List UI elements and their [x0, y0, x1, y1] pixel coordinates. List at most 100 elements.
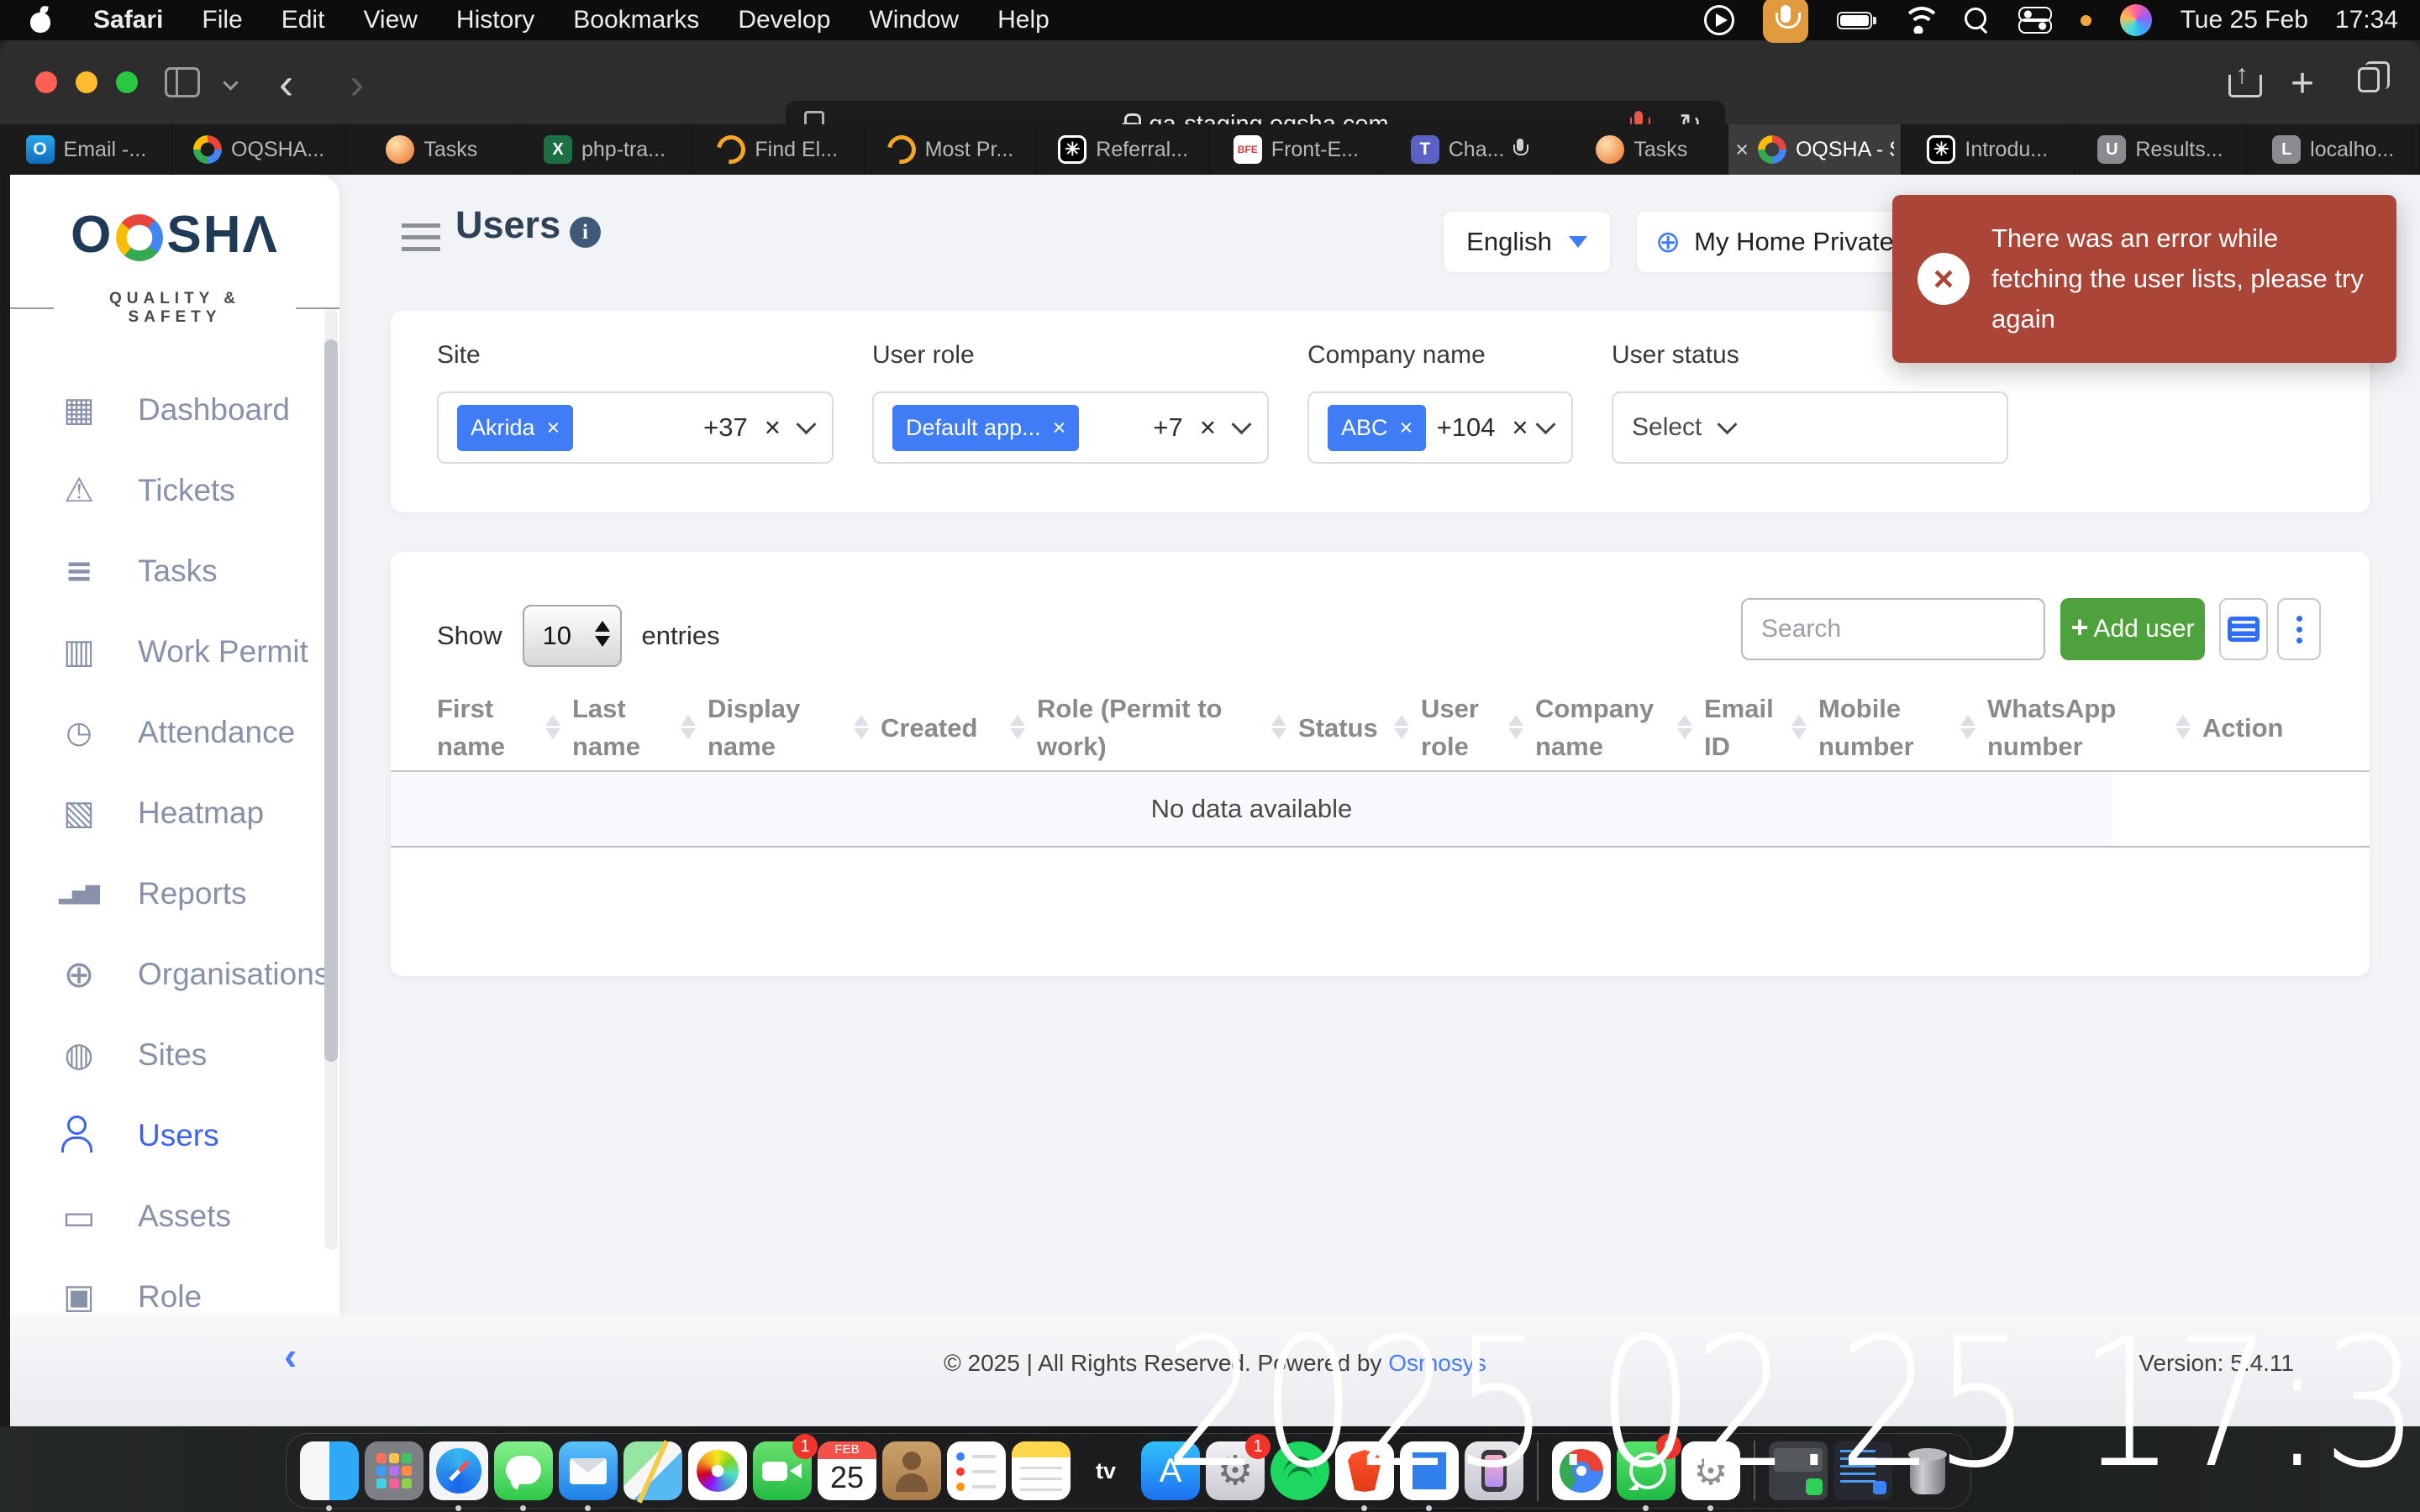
organisation-pill[interactable]: My Home Private L — [1637, 212, 1931, 272]
sidebar-item[interactable]: Tasks — [10, 531, 339, 612]
table-column-header[interactable]: WhatsApp number — [1987, 690, 2189, 766]
menubar-item[interactable]: View — [344, 6, 436, 34]
table-column-header[interactable]: Display name — [708, 690, 867, 766]
sort-arrows-icon[interactable] — [1508, 715, 1523, 739]
dock-app-icon[interactable] — [494, 1441, 553, 1500]
sidebar-item[interactable]: Dashboard — [10, 370, 339, 450]
minimize-window-button[interactable] — [76, 71, 97, 93]
apple-icon[interactable] — [30, 8, 52, 33]
menubar-item[interactable]: Help — [978, 6, 1069, 34]
stepper-arrows-icon[interactable] — [595, 621, 610, 647]
browser-tab[interactable]: Find El... — [692, 124, 865, 175]
chevron-down-icon[interactable] — [796, 414, 816, 434]
table-column-header[interactable]: Mobile number — [1818, 690, 1974, 766]
menubar-item[interactable]: Safari — [74, 6, 182, 34]
status-icon[interactable] — [2081, 15, 2091, 26]
new-tab-button[interactable]: + — [2291, 60, 2314, 107]
browser-tab[interactable]: Front-E... — [1210, 124, 1383, 175]
menu-toggle-icon[interactable] — [402, 223, 440, 251]
tab-overview-icon[interactable] — [2358, 67, 2380, 92]
menubar-item[interactable]: Edit — [262, 6, 345, 34]
filter-clear-icon[interactable]: × — [1512, 412, 1528, 444]
browser-tab[interactable]: Results... — [2075, 124, 2248, 175]
error-toast[interactable]: × There was an error while fetching the … — [1892, 195, 2396, 363]
dock-app-icon[interactable] — [300, 1441, 359, 1500]
close-window-button[interactable] — [35, 71, 57, 93]
dock-app-icon[interactable] — [688, 1441, 747, 1500]
filter-chip[interactable]: Default app... — [892, 405, 1079, 451]
table-column-header[interactable]: Email ID — [1704, 690, 1805, 766]
status-icon[interactable] — [2120, 4, 2152, 36]
sort-arrows-icon[interactable] — [854, 715, 869, 739]
filter-multiselect[interactable]: Akrida +37 × — [437, 391, 834, 464]
menubar-item[interactable]: Develop — [718, 6, 850, 34]
sidebar-toggle-icon[interactable] — [165, 67, 200, 97]
filter-multiselect[interactable]: Default app... +7 × — [872, 391, 1269, 464]
filter-multiselect[interactable]: ABC +104 × — [1307, 391, 1573, 464]
dock-app-icon[interactable] — [559, 1441, 618, 1500]
sidebar-item[interactable]: Organisations — [10, 934, 339, 1015]
menubar-item[interactable]: Bookmarks — [554, 6, 718, 34]
dock-app-icon[interactable] — [882, 1441, 941, 1500]
table-column-header[interactable]: Last name — [572, 690, 694, 766]
status-icon[interactable] — [1763, 0, 1808, 43]
sidebar-chevron-icon[interactable] — [223, 75, 238, 90]
browser-tab[interactable]: Tasks — [1555, 124, 1728, 175]
sort-arrows-icon[interactable] — [1791, 715, 1807, 739]
browser-tab[interactable]: Tasks — [345, 124, 518, 175]
browser-tab[interactable]: Referral... — [1037, 124, 1210, 175]
filter-more-count[interactable]: +37 — [703, 412, 748, 443]
status-icon[interactable] — [1704, 5, 1734, 35]
sidebar-item[interactable]: Assets — [10, 1176, 339, 1257]
sidebar-item[interactable]: Tickets — [10, 450, 339, 531]
browser-tab[interactable]: Email -... — [0, 124, 173, 175]
sort-arrows-icon[interactable] — [1010, 715, 1025, 739]
menubar-item[interactable]: Window — [850, 6, 978, 34]
filter-chip[interactable]: Akrida — [457, 405, 573, 451]
filter-multiselect[interactable]: Select — [1612, 391, 2008, 464]
sort-arrows-icon[interactable] — [1271, 715, 1286, 739]
sidebar-scrollbar-thumb[interactable] — [324, 339, 338, 1062]
sort-arrows-icon[interactable] — [681, 715, 696, 739]
close-tab-icon[interactable]: × — [1735, 137, 1749, 163]
sort-arrows-icon[interactable] — [1677, 715, 1692, 739]
table-column-header[interactable]: Action — [2202, 710, 2307, 748]
sort-arrows-icon[interactable] — [2175, 715, 2191, 739]
sidebar-item[interactable]: Work Permit — [10, 612, 339, 692]
browser-tab[interactable]: localho... — [2247, 124, 2420, 175]
page-size-select[interactable]: 10 — [523, 605, 622, 667]
info-icon[interactable]: i — [570, 217, 601, 248]
menubar-clock[interactable]: Tue 25 Feb 17:34 — [2181, 6, 2398, 34]
filter-clear-icon[interactable]: × — [1200, 412, 1216, 444]
sort-arrows-icon[interactable] — [1394, 715, 1409, 739]
sidebar-item[interactable]: Users — [10, 1095, 339, 1176]
dock-app-icon[interactable] — [365, 1441, 424, 1500]
filter-clear-icon[interactable]: × — [765, 412, 781, 444]
search-input[interactable] — [1741, 598, 2045, 660]
browser-tab[interactable]: Most Pr... — [865, 124, 1038, 175]
status-icon[interactable] — [1837, 12, 1872, 29]
table-column-header[interactable]: Role (Permit to work) — [1037, 690, 1285, 766]
sort-arrows-icon[interactable] — [545, 715, 560, 739]
table-more-button[interactable] — [2277, 598, 2321, 660]
sort-arrows-icon[interactable] — [1960, 715, 1975, 739]
dock-app-icon[interactable]: FEB 25 — [818, 1441, 876, 1500]
dock-app-icon[interactable] — [1012, 1441, 1071, 1500]
table-column-header[interactable]: First name — [437, 690, 559, 766]
status-icon[interactable] — [1965, 8, 1990, 33]
sidebar-item[interactable]: Sites — [10, 1015, 339, 1095]
filter-more-count[interactable]: +104 — [1437, 412, 1496, 443]
dock-app-icon[interactable] — [429, 1441, 488, 1500]
dock-app-icon[interactable] — [1076, 1441, 1135, 1500]
back-button[interactable]: ‹ — [279, 59, 293, 109]
status-icon[interactable] — [2018, 5, 2052, 35]
share-icon[interactable] — [2228, 64, 2257, 97]
table-column-header[interactable]: Created — [881, 710, 1023, 748]
dock-app-icon[interactable]: 1 — [753, 1441, 812, 1500]
table-column-header[interactable]: Status — [1298, 710, 1407, 748]
column-view-button[interactable] — [2219, 598, 2268, 660]
browser-tab[interactable]: × OQSHA - S... — [1728, 124, 1902, 175]
add-user-button[interactable]: + Add user — [2060, 598, 2205, 660]
sidebar-item[interactable]: Reports — [10, 853, 339, 934]
table-column-header[interactable]: User role — [1421, 690, 1522, 766]
